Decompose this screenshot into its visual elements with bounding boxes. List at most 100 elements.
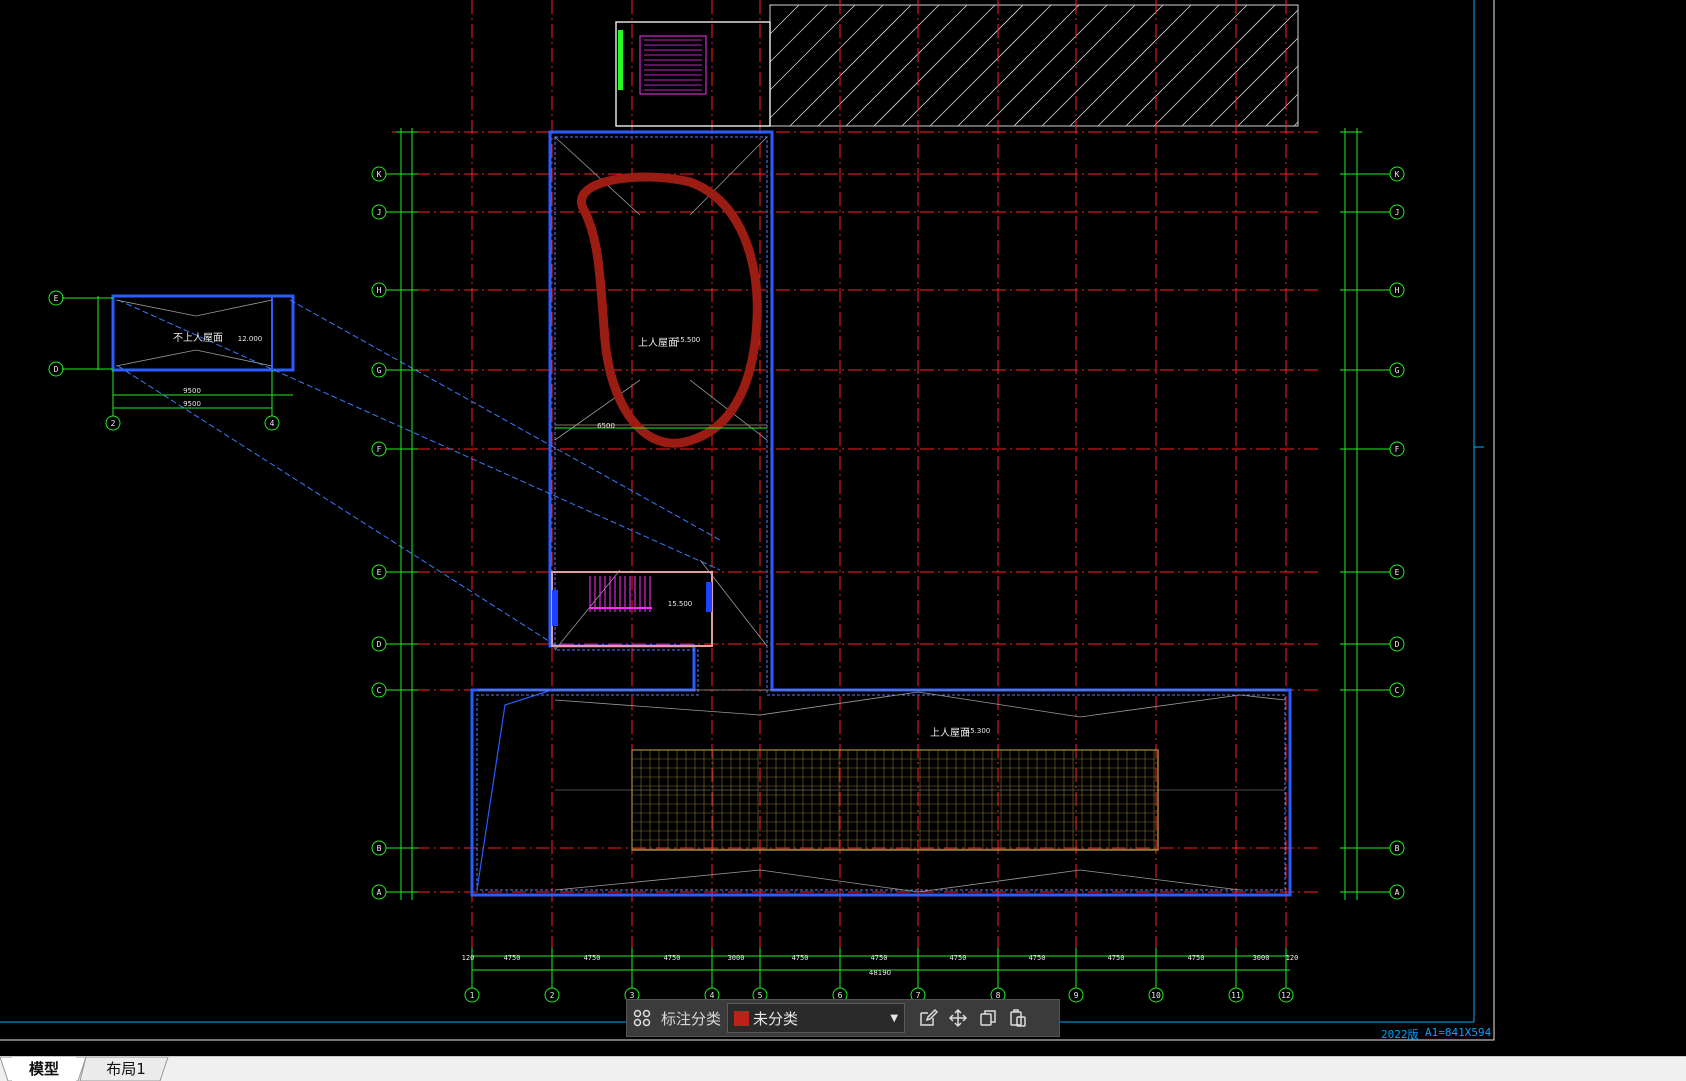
roof-elev-left: 12.000 (238, 335, 263, 343)
axis-bubble-right: C (1395, 686, 1400, 695)
roof-label-main: 上人屋面 (638, 337, 678, 349)
hatch-line (929, 4, 1052, 127)
paste-icon[interactable] (1003, 1003, 1033, 1033)
stair-elev: 15.500 (668, 600, 693, 608)
category-dropdown[interactable]: 未分类 ▼ (727, 1003, 906, 1033)
move-icon[interactable] (943, 1003, 973, 1033)
axis-bubble-right: H (1395, 286, 1400, 295)
hatch-line (769, 4, 800, 35)
wedge-line (476, 689, 553, 891)
tab-layout1[interactable]: 布局1 (94, 1057, 158, 1081)
green-wall (618, 30, 623, 90)
red-markup-loop (577, 172, 762, 448)
stair-door (552, 590, 558, 626)
dim-value: 4750 (871, 954, 888, 962)
hatch-line (769, 4, 856, 91)
axis-bubble-right: K (1395, 170, 1400, 179)
axis-bubble-left: K (377, 170, 382, 179)
dim-value: 4750 (584, 954, 601, 962)
cad-drawing: KJHGFEDCBAKJHGFEDCBA1 2 3 4 5 6 7 8 9 10 11 12ED2 41… (0, 0, 1495, 1041)
hatch-line (985, 4, 1108, 127)
axis-bubble-bottom: 1 (470, 991, 475, 1000)
year-label: 2022版 (1381, 1028, 1419, 1041)
hatch-line (1013, 4, 1136, 127)
hatch-line (1265, 93, 1299, 127)
hatch-line (1209, 37, 1299, 127)
axis-bubble-left: C (377, 686, 382, 695)
axis-bubble-right: B (1395, 844, 1400, 853)
axis-bubble-small: E (54, 294, 59, 303)
axis-bubble-right: F (1395, 445, 1400, 454)
hatch-line (845, 4, 968, 127)
annotation-toolbar: 标注分类 未分类 ▼ (626, 999, 1060, 1037)
axis-bubble-small: D (54, 365, 59, 374)
axis-bubble-bottom: 12 (1281, 991, 1291, 1000)
ridge-line (115, 299, 273, 317)
dim-value: 4750 (792, 954, 809, 962)
axis-bubble-right: E (1395, 568, 1400, 577)
axis-bubble-right: G (1395, 366, 1400, 375)
axis-bubble-left: H (377, 286, 382, 295)
axis-bubble-left: A (377, 888, 382, 897)
roof-label-bottom: 上人屋面 (930, 727, 970, 739)
roof-elev-bottom: 15.300 (966, 727, 991, 735)
dim-value: 4750 (1029, 954, 1046, 962)
axis-bubble-left: E (377, 568, 382, 577)
ridge-line (554, 691, 1286, 718)
axis-bubble-bottom: 2 (550, 991, 555, 1000)
category-color-swatch (734, 1010, 750, 1026)
axis-bubble-right: J (1395, 208, 1400, 217)
hatch-line (1097, 4, 1220, 127)
drawing-canvas[interactable]: K J H G F E D C B A K J H G F E D C B A 1 2 3 4 5 6 7 8 9 10 11 12 E D 2 4 1… (0, 0, 1686, 1056)
hatch-line (1125, 4, 1248, 127)
dim-value: 120 (462, 954, 475, 962)
dim-9500: 9500 (183, 400, 201, 408)
axis-bubble-bottom: 9 (1074, 991, 1079, 1000)
dim-value: 4750 (664, 954, 681, 962)
dim-value: 3000 (728, 954, 745, 962)
copy-icon[interactable] (973, 1003, 1003, 1033)
grid-icon[interactable] (627, 1003, 657, 1033)
dim-6500: 6500 (597, 422, 615, 430)
axis-bubble-left: J (377, 208, 382, 217)
roof-label-left: 不上人屋面 (173, 332, 223, 344)
paver-area (631, 749, 1159, 851)
hatch-line (789, 4, 912, 127)
top-stair-block (615, 21, 771, 127)
axis-bubble-bottom: 11 (1231, 991, 1241, 1000)
ridge-line (554, 869, 1241, 893)
axis-bubble-right: A (1395, 888, 1400, 897)
hatch-line (1237, 65, 1299, 127)
dim-value: 3000 (1253, 954, 1270, 962)
tab-model[interactable]: 模型 (12, 1057, 76, 1081)
sheet-frame (0, 0, 1495, 1041)
edit-icon[interactable] (913, 1003, 943, 1033)
chevron-down-icon: ▼ (890, 1012, 899, 1024)
layout-tab-bar: 模型 布局1 (0, 1056, 1686, 1081)
dim-value: 120 (1286, 954, 1299, 962)
axis-bubble-bottom: 10 (1151, 991, 1161, 1000)
dim-value: 4750 (504, 954, 521, 962)
stair-door (706, 582, 712, 612)
axis-bubble-small: 4 (270, 419, 275, 428)
axis-bubble-left: G (377, 366, 382, 375)
dim-total: 48190 (869, 969, 891, 977)
sheet-size-label: A1=841X594 (1425, 1026, 1492, 1039)
category-dropdown-value: 未分类 (753, 1009, 799, 1028)
axis-bubble-right: D (1395, 640, 1400, 649)
roof-elev-main: 15.500 (676, 336, 701, 344)
axis-bubble-left: B (377, 844, 382, 853)
annotation-category-label: 标注分类 (661, 1009, 722, 1028)
hatch-line (769, 4, 884, 119)
hatch-line (1041, 4, 1164, 127)
axis-bubble-left: D (377, 640, 382, 649)
hatch-line (1069, 4, 1192, 127)
hatch-line (901, 4, 1024, 127)
hatch-line (873, 4, 996, 127)
hatch-line (769, 4, 828, 63)
dim-value: 4750 (1108, 954, 1125, 962)
dim-value: 4750 (950, 954, 967, 962)
axis-bubble-small: 2 (111, 419, 116, 428)
hatch-line (817, 4, 940, 127)
axis-bubble-left: F (377, 445, 382, 454)
